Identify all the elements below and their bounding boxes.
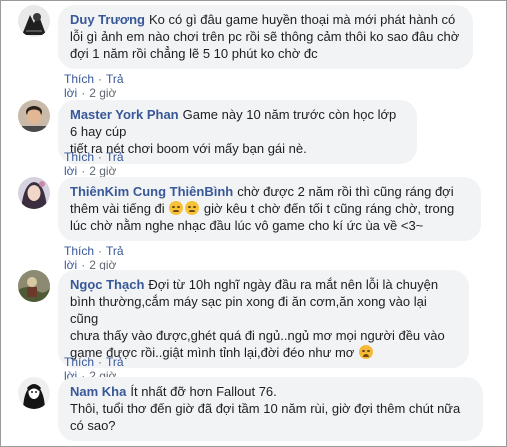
comment-text: lỗi gì ảnh em nào chơi trên pc rồi sẽ th… [70, 29, 460, 44]
comment-text: thêm vài tiếng đi [70, 201, 165, 216]
comment-author[interactable]: Duy Trương [70, 12, 145, 27]
comment-text: lúc chờ nằm nghe nhạc đầu lúc vô game ch… [70, 218, 424, 233]
comment-author[interactable]: Ngọc Thạch [70, 277, 144, 292]
comment-bubble: Ngọc Thạch Đợi từ 10h nghĩ ngày đầu ra mắ… [58, 270, 469, 368]
comment-text: đợi 1 năm rồi chẳng lẽ 5 10 phút ko chờ … [70, 46, 318, 61]
comment-timestamp[interactable]: 2 giờ [89, 164, 116, 178]
comment-text: chưa thấy vào được,ghét quá đi ngủ..ngủ … [70, 328, 445, 343]
separator: · [81, 86, 86, 100]
avatar[interactable] [18, 100, 50, 132]
avatar[interactable] [18, 377, 50, 409]
comment-text: Thôi, tuổi thơ đến giờ đã đợi tầm 10 năm… [70, 401, 461, 416]
avatar[interactable] [18, 270, 50, 302]
like-link[interactable]: Thích [64, 72, 94, 86]
comment-text: chờ được 2 năm rồi thì cũng ráng đợi [237, 184, 454, 199]
comment-bubble: Nam Kha Ít nhất đỡ hơn Fallout 76. Thôi, … [58, 377, 483, 441]
comment-text: bình thường,cắm máy sạc pin xong đi ăn c… [70, 294, 427, 326]
comment-text: giờ kêu t chờ đến tối t cũng ráng chờ, t… [203, 201, 455, 216]
smiling-emoji-icon [169, 201, 184, 215]
comment-author[interactable]: Nam Kha [70, 384, 126, 399]
smiling-emoji-icon [185, 201, 200, 215]
comment-text: Đợi từ 10h nghĩ ngày đầu ra mắt nên lỗi … [148, 277, 439, 292]
comment-text: có sao? [70, 418, 116, 433]
comment-timestamp[interactable]: 2 giờ [89, 86, 116, 100]
separator: · [98, 150, 103, 164]
comment-bubble: Duy Trương Ko có gì đâu game huyền thoại … [58, 5, 473, 69]
like-link[interactable]: Thích [64, 355, 94, 369]
comment-author[interactable]: ThiênKim Cung ThiênBình [70, 184, 233, 199]
comment-thread: Duy Trương Ko có gì đâu game huyền thoại … [0, 0, 507, 447]
comment-text: Ít nhất đỡ hơn Fallout 76. [130, 384, 277, 399]
comment-text: Ko có gì đâu game huyền thoại mà mới phá… [149, 12, 456, 27]
comment-actions: Thích · Trả lời · 2 giờ [64, 150, 124, 178]
avatar[interactable] [18, 5, 50, 37]
avatar[interactable] [18, 177, 50, 209]
separator: · [81, 164, 86, 178]
disappointed-emoji-icon [358, 345, 373, 359]
comment-actions: Thích · Trả lời · 2 giờ [64, 72, 124, 100]
separator: · [98, 72, 103, 86]
like-link[interactable]: Thích [64, 150, 94, 164]
separator: · [98, 244, 103, 258]
separator: · [98, 355, 103, 369]
like-link[interactable]: Thích [64, 244, 94, 258]
comment-author[interactable]: Master York Phan [70, 107, 179, 122]
comment-actions: Thích · Trả lời · 2 giờ [64, 244, 124, 272]
comment-bubble: ThiênKim Cung ThiênBình chờ được 2 năm rồ… [58, 177, 481, 241]
